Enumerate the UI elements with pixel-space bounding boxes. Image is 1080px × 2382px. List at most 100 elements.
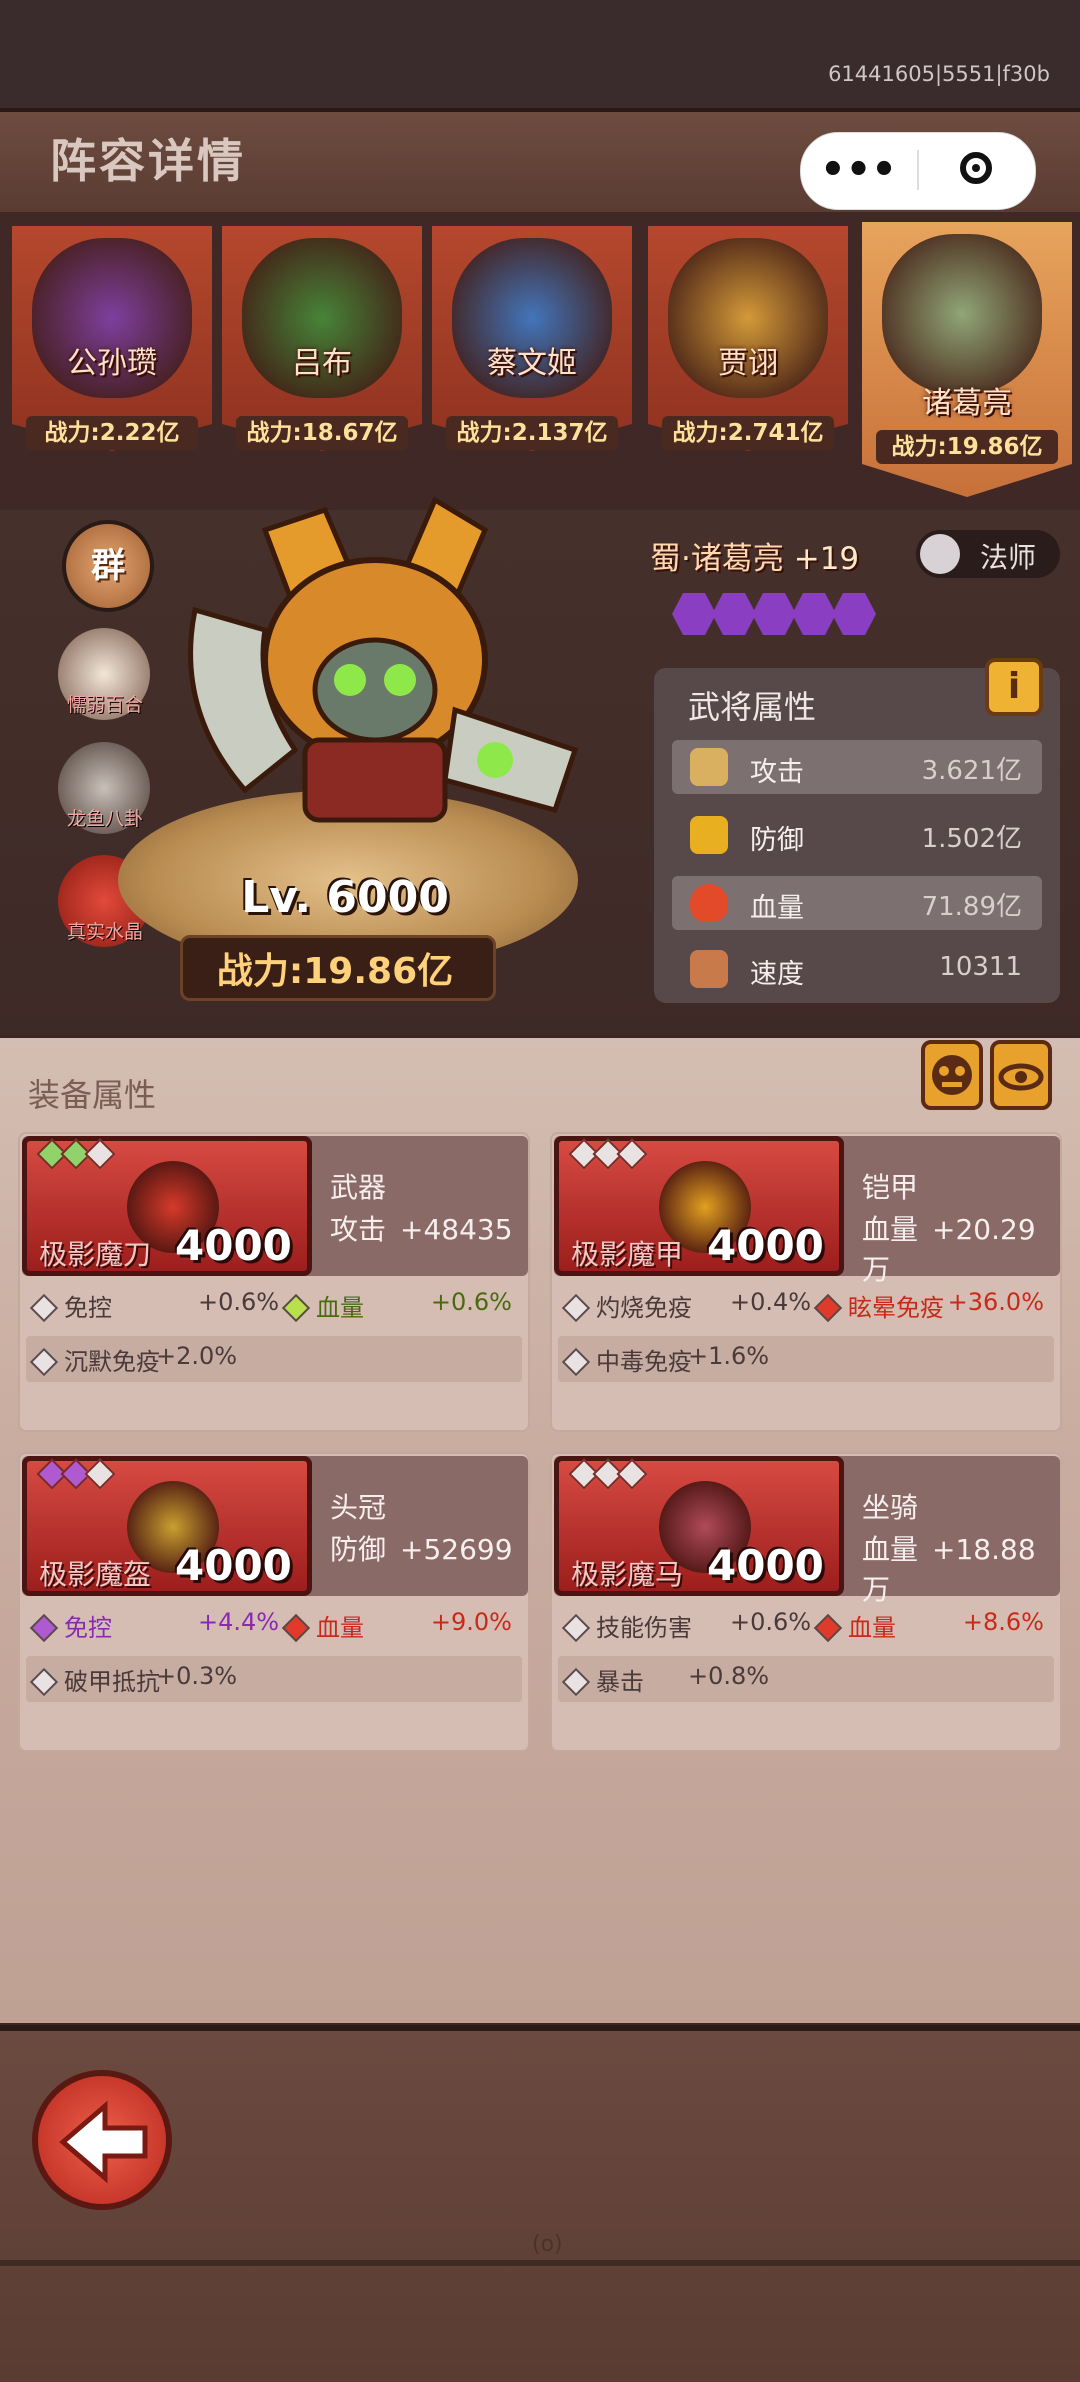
- lineup-hero-power: 战力:19.86亿: [876, 430, 1058, 464]
- equipment-main-stat: 血量 +18.88万: [862, 1528, 1060, 1608]
- attribute-value: 1.502亿: [921, 824, 1022, 854]
- emoji-face-button[interactable]: [921, 1040, 983, 1110]
- equipment-item-name: 极影魔盔: [39, 1558, 152, 1591]
- wood-divider: [0, 2260, 1080, 2266]
- lineup-hero-power: 战力:2.22亿: [26, 416, 198, 450]
- equipment-stars: [568, 1138, 648, 1170]
- attribute-panel-title: 武将属性: [688, 688, 817, 726]
- bottom-bar: [0, 2025, 1080, 2382]
- sub-attribute: 破甲抵抗: [29, 1662, 160, 1697]
- hero-level: Lv. 6000: [241, 872, 449, 923]
- back-arrow-icon: [59, 2100, 148, 2184]
- equipment-item-level: 4000: [175, 1541, 292, 1590]
- equipment-slot-name: 武器: [330, 1171, 387, 1204]
- wood-knot: (o): [532, 2232, 563, 2257]
- sub-attribute-value: +36.0%: [947, 1288, 1044, 1316]
- equipment-card[interactable]: 极影魔甲 4000 铠甲 血量 +20.29万 灼烧免疫 +0.4% 眩晕免疫 +36.0% 中毒…: [550, 1132, 1062, 1432]
- sub-attribute-value: +1.6%: [688, 1342, 770, 1370]
- sub-attribute: 灼烧免疫: [561, 1288, 692, 1323]
- equipment-slot-name: 头冠: [330, 1491, 387, 1524]
- sub-attribute: 沉默免疫: [29, 1342, 160, 1377]
- attribute-name: 攻击: [750, 757, 804, 788]
- sub-attribute-value: +0.4%: [730, 1288, 812, 1316]
- equipment-card-header: 极影魔刀 4000 武器攻击 +48435: [22, 1136, 528, 1276]
- sub-attribute-value: +0.6%: [430, 1288, 512, 1316]
- equipment-card[interactable]: 极影魔马 4000 坐骑 血量 +18.88万 技能伤害 +0.6% 血量 +8.6% 暴击 +0.…: [550, 1452, 1062, 1752]
- equipment-item-name: 极影魔甲: [571, 1238, 684, 1271]
- main-stat-name: 攻击: [330, 1213, 387, 1246]
- lineup-hero-name: 吕布: [292, 346, 352, 381]
- sub-attribute-value: +0.8%: [688, 1662, 770, 1690]
- equipment-stars: [36, 1138, 116, 1170]
- hero-title: 蜀·诸葛亮 +19: [650, 533, 859, 578]
- info-button[interactable]: i: [985, 658, 1043, 716]
- sub-attribute-name: 免控: [64, 1294, 112, 1322]
- equipment-card[interactable]: 极影魔刀 4000 武器攻击 +48435 免控 +0.6% 血量 +0.6% 沉默免疫 +2.0…: [18, 1132, 530, 1432]
- sub-attribute-row: 暴击 +0.8%: [558, 1656, 1054, 1702]
- sub-attribute: 免控: [29, 1608, 112, 1643]
- sword-icon: [690, 748, 728, 786]
- close-mini-program-button[interactable]: [960, 152, 992, 184]
- hero-sprite-zhuge-liang: [188, 496, 579, 823]
- capsule-divider: [917, 150, 919, 190]
- equipment-card-header: 极影魔马 4000 坐骑 血量 +18.88万: [554, 1456, 1060, 1606]
- more-button[interactable]: •••: [800, 132, 917, 208]
- attribute-row: 攻击 3.621亿: [672, 740, 1042, 794]
- sub-attribute-name: 破甲抵抗: [64, 1668, 160, 1696]
- equipment-item-box[interactable]: 极影魔马 4000: [554, 1456, 844, 1596]
- equipment-item-box[interactable]: 极影魔刀 4000: [22, 1136, 312, 1276]
- eye-icon: [998, 1063, 1044, 1091]
- blood-icon: [690, 884, 728, 922]
- view-eye-button[interactable]: [990, 1040, 1052, 1110]
- attribute-name: 速度: [750, 959, 804, 990]
- equipment-stars: [568, 1458, 648, 1490]
- sub-attribute: 免控: [29, 1288, 112, 1323]
- equipment-item-level: 4000: [175, 1221, 292, 1270]
- sub-attribute-diamond-icon: [281, 1613, 311, 1643]
- sub-attribute-diamond-icon: [561, 1293, 591, 1323]
- equipment-item-box[interactable]: 极影魔盔 4000: [22, 1456, 312, 1596]
- sub-attribute-value: +0.3%: [156, 1662, 238, 1690]
- sub-attribute-value: +0.6%: [730, 1608, 812, 1636]
- equipment-card-header: 极影魔盔 4000 头冠防御 +52699: [22, 1456, 528, 1596]
- equipment-slot-name: 铠甲: [862, 1171, 919, 1204]
- status-area: [0, 0, 1080, 110]
- sub-attribute-row: 沉默免疫 +2.0%: [26, 1336, 522, 1382]
- sub-attribute-name: 血量: [848, 1614, 896, 1642]
- sub-attribute-value: +4.4%: [198, 1608, 280, 1636]
- boot-icon: [690, 950, 728, 988]
- faction-group-label: 群: [91, 546, 125, 586]
- attribute-name: 血量: [750, 893, 804, 924]
- sub-attribute-name: 血量: [316, 1614, 364, 1642]
- lineup-hero-name: 诸葛亮: [922, 386, 1012, 421]
- attribute-row: 血量 71.89亿: [672, 876, 1042, 930]
- main-stat-name: 血量: [862, 1213, 919, 1246]
- lineup-hero-name: 贾诩: [718, 346, 778, 381]
- sub-attribute-name: 暴击: [596, 1668, 644, 1696]
- side-item-label: 龙鱼八卦: [66, 808, 143, 830]
- main-stat-value: +48435: [400, 1213, 513, 1246]
- sub-attribute-row: 免控 +0.6% 血量 +0.6%: [26, 1282, 520, 1328]
- equipment-main-stat: 防御 +52699: [330, 1528, 513, 1568]
- sub-attribute-name: 灼烧免疫: [596, 1294, 692, 1322]
- sub-attribute-value: +9.0%: [430, 1608, 512, 1636]
- lineup-hero-name: 公孙瓒: [67, 346, 157, 381]
- sub-attribute-value: +0.6%: [198, 1288, 280, 1316]
- main-stat-name: 血量: [862, 1533, 919, 1566]
- star-diamond-icon: [616, 1138, 648, 1170]
- equipment-main-stat: 攻击 +48435: [330, 1208, 513, 1248]
- sub-attribute: 中毒免疫: [561, 1342, 692, 1377]
- star-diamond-icon: [84, 1138, 116, 1170]
- main-stat-value: +52699: [400, 1533, 513, 1566]
- attribute-value: 10311: [939, 952, 1022, 982]
- sub-attribute-diamond-icon: [561, 1613, 591, 1643]
- sub-attribute-name: 血量: [316, 1294, 364, 1322]
- equipment-card[interactable]: 极影魔盔 4000 头冠防御 +52699 免控 +4.4% 血量 +9.0% 破甲抵抗 +0.3…: [18, 1452, 530, 1752]
- sub-attribute-diamond-icon: [281, 1293, 311, 1323]
- sub-attribute-row: 免控 +4.4% 血量 +9.0%: [26, 1602, 520, 1648]
- lineup-hero-power: 战力:18.67亿: [236, 416, 408, 450]
- sub-attribute-value: +8.6%: [962, 1608, 1044, 1636]
- equipment-item-box[interactable]: 极影魔甲 4000: [554, 1136, 844, 1276]
- star-diamond-icon: [84, 1458, 116, 1490]
- mage-class-icon: [920, 534, 960, 574]
